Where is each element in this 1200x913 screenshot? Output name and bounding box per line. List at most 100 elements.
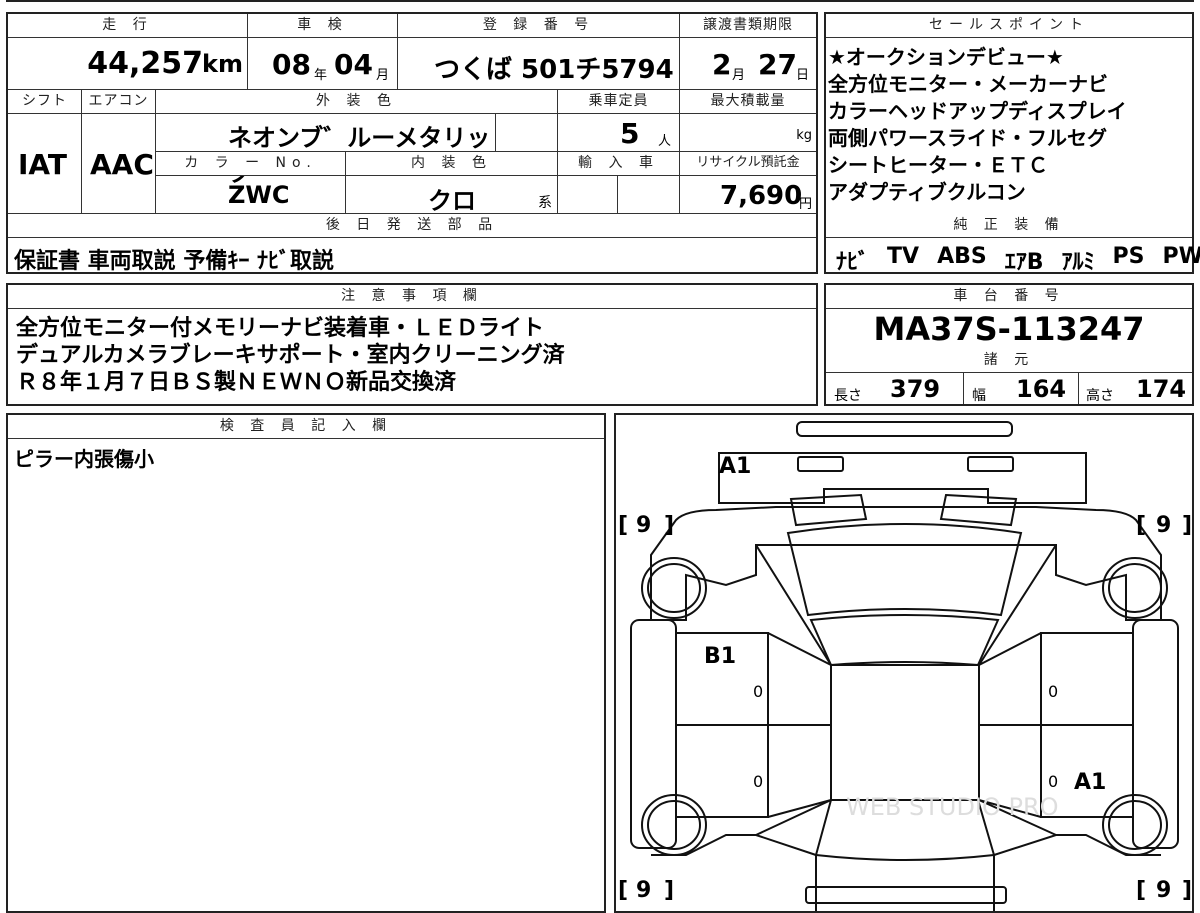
max-load-cell: kg <box>680 114 816 152</box>
inspection-month: 04 <box>334 48 373 81</box>
tire-tread-rear-right: 9 <box>1156 878 1171 903</box>
chassis-value: MA37S-113247 <box>873 310 1145 348</box>
transfer-month: 2 <box>712 48 732 81</box>
color-no-header: カ ラ ー No. <box>156 152 346 176</box>
tire-bracket-close: ] <box>664 513 674 538</box>
inspection-cell: 08 年 04 月 <box>248 38 398 90</box>
roof-spoiler-shape <box>796 421 1013 437</box>
transfer-deadline-header: 譲渡書類期限 <box>680 14 816 38</box>
sales-point-line: アダプティブクルコン <box>828 180 1026 204</box>
left-rear-door-shape <box>675 724 769 818</box>
tire-front-right <box>1102 557 1168 619</box>
height-value: 174 <box>1136 375 1187 403</box>
equipment-pw: PW <box>1162 244 1200 269</box>
mileage-cell: 44,257 km <box>8 38 248 90</box>
mark-zero-rr: 0 <box>1048 772 1058 791</box>
tire-front-right-inner <box>1108 563 1162 613</box>
import-cell-left <box>558 176 618 214</box>
tire-bracket-close: ] <box>1182 513 1192 538</box>
note-line: 全方位モニター付メモリーナビ装着車・ＬＥＤライト <box>16 316 545 341</box>
sales-point-line: 両側パワースライド・フルセグ <box>828 126 1107 150</box>
import-header: 輸 入 車 <box>558 152 680 176</box>
inspector-comment: ピラー内張傷小 <box>14 447 154 471</box>
recycle-cell: 7,690 円 <box>680 176 816 214</box>
mark-left-front-door: B1 <box>704 644 736 669</box>
equipment-navi: ﾅﾋﾞ <box>836 250 870 275</box>
inspection-header: 車 検 <box>248 14 398 38</box>
sales-points-list: ★オークションデビュー★ 全方位モニター・メーカーナビ カラーヘッドアップディス… <box>828 44 1127 206</box>
left-slide-shape <box>767 632 832 818</box>
max-load-header: 最大積載量 <box>680 90 816 114</box>
tire-bracket-close: ] <box>1182 878 1192 903</box>
roof-shape <box>830 664 980 801</box>
sales-points-header: セールスポイント <box>826 14 1192 38</box>
right-front-door-shape <box>1040 632 1134 726</box>
standard-equipment-header: 純 正 装 備 <box>826 214 1192 238</box>
capacity-unit: 人 <box>658 134 672 149</box>
transfer-month-unit: 月 <box>732 68 746 83</box>
right-sill-shape <box>1132 619 1179 849</box>
equipment-tv: TV <box>887 244 920 269</box>
roof-front-shape <box>809 614 1000 667</box>
right-slide-shape <box>978 632 1042 818</box>
width-value: 164 <box>1016 375 1067 403</box>
car-diagram: A1 B1 A1 0 0 0 0 [ 9 ] [ 9 ] [ 9 ] [ 9 ]… <box>618 421 1192 911</box>
sales-point-line: 全方位モニター・メーカーナビ <box>828 72 1108 96</box>
notes-lines: 全方位モニター付メモリーナビ装着車・ＬＥＤライト デュアルカメラブレーキサポート… <box>16 315 565 396</box>
tire-tread-rear-left: 9 <box>636 878 651 903</box>
transfer-day-unit: 日 <box>796 68 810 83</box>
chassis-header: 車 台 番 号 <box>826 285 1192 309</box>
tire-bracket-open: [ <box>1136 513 1146 538</box>
mileage-value: 44,257 <box>87 46 203 81</box>
notes-header: 注 意 事 項 欄 <box>8 285 816 309</box>
inspection-year: 08 <box>272 48 311 81</box>
import-cell-right <box>618 176 680 214</box>
inspection-month-unit: 月 <box>376 68 390 83</box>
tire-tread-front-left: 9 <box>636 513 651 538</box>
note-line: Ｒ８年１月７日ＢＳ製ＮＥＷＮＯ新品交換済 <box>16 370 457 395</box>
recycle-unit: 円 <box>798 197 812 212</box>
shift-cell: IAT <box>8 114 82 214</box>
interior-color-cell: クロ 系 <box>346 176 558 215</box>
sales-point-line: シートヒーター・ＥＴＣ <box>828 153 1048 177</box>
aircon-header: エアコン <box>82 90 156 114</box>
capacity-value: 5 <box>620 117 640 150</box>
mileage-header: 走 行 <box>8 14 248 38</box>
height-label: 高さ <box>1086 388 1114 404</box>
interior-color-value: クロ <box>428 187 476 215</box>
mark-front-bumper: A1 <box>719 454 751 479</box>
length-label: 長さ <box>834 388 862 404</box>
tire-bracket-open: [ <box>618 878 628 903</box>
equipment-abs: ABS <box>937 244 987 269</box>
sales-points-box: セールスポイント ★オークションデビュー★ 全方位モニター・メーカーナビ カラー… <box>824 12 1200 275</box>
vehicle-info-table: 走 行 車 検 登 録 番 号 譲渡書類期限 44,257 km 08 年 04… <box>6 12 818 274</box>
tire-bracket-close: ] <box>664 878 674 903</box>
chassis-box: 車 台 番 号 MA37S-113247 諸 元 長さ 379 幅 164 高さ… <box>824 283 1194 406</box>
exterior-color-extra-cell <box>496 114 558 152</box>
color-no-value: ZWC <box>228 181 290 209</box>
notes-box: 注 意 事 項 欄 全方位モニター付メモリーナビ装着車・ＬＥＤライト デュアルカ… <box>6 283 818 406</box>
tire-front-left-inner <box>647 563 701 613</box>
later-parts-header: 後 日 発 送 部 品 <box>8 214 816 238</box>
watermark: WEB STUDIO PRO <box>846 793 1059 821</box>
tire-tread-front-right: 9 <box>1156 513 1171 538</box>
shift-value: IAT <box>18 148 68 181</box>
wiper-right <box>939 493 1018 527</box>
length-value: 379 <box>890 375 941 403</box>
capacity-cell: 5 人 <box>558 114 680 152</box>
wiper-left <box>789 493 868 527</box>
aircon-cell: AAC <box>82 114 156 214</box>
windshield-shape <box>786 523 1023 617</box>
front-light-left <box>797 456 844 472</box>
registration-cell: つくば 501チ5794 <box>398 38 680 90</box>
tire-rear-left-inner <box>647 800 701 850</box>
note-line: デュアルカメラブレーキサポート・室内クリーニング済 <box>16 343 565 368</box>
interior-color-header: 内 装 色 <box>346 152 558 176</box>
front-light-right <box>967 456 1014 472</box>
inspector-box: 検 査 員 記 入 欄 ピラー内張傷小 <box>6 413 606 913</box>
front-bumper-shape <box>718 452 1087 504</box>
later-parts-value: 保証書 車両取説 予備ｷｰ ﾅﾋﾞ取説 <box>14 249 334 274</box>
registration-header: 登 録 番 号 <box>398 14 680 38</box>
capacity-header: 乗車定員 <box>558 90 680 114</box>
exterior-color-header: 外 装 色 <box>156 90 558 114</box>
